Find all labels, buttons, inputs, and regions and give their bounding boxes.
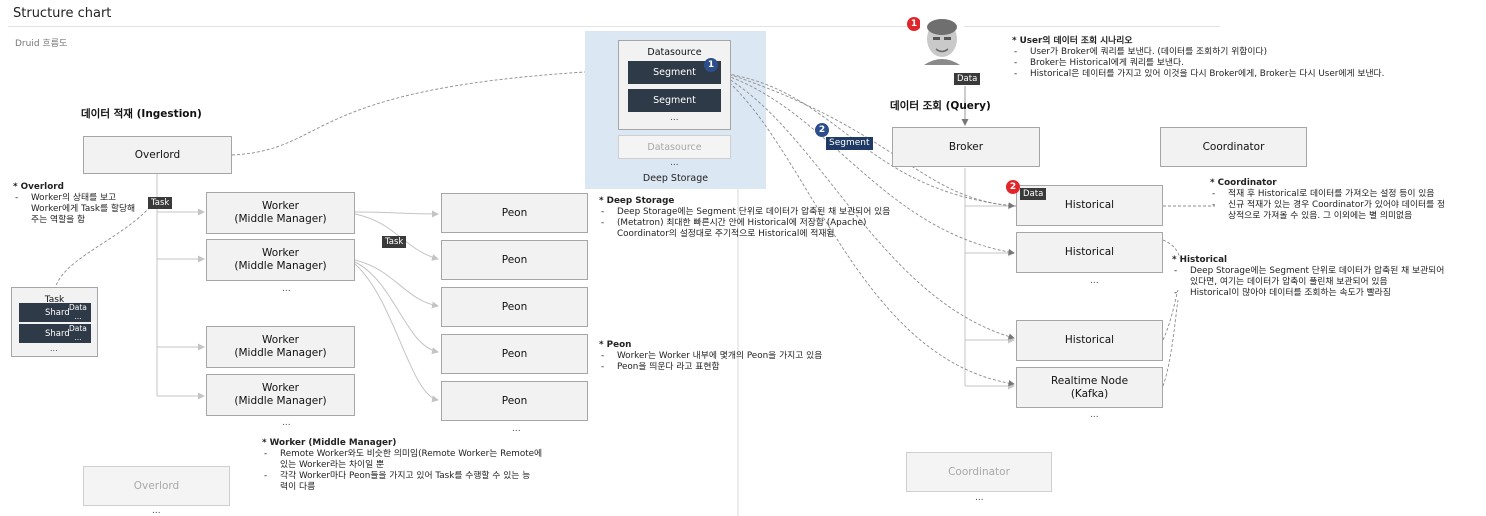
deep-storage-label: Deep Storage <box>642 173 709 184</box>
historical-box: Historical <box>1016 320 1163 361</box>
peon-box: Peon <box>441 334 588 374</box>
workers-more-bottom: ... <box>282 418 291 428</box>
user-data-tag: Data <box>954 73 981 85</box>
step-badge-user: 1 <box>907 17 921 31</box>
step-badge-segment: 2 <box>815 123 829 137</box>
datasource-faded-more: ... <box>670 158 679 168</box>
user-scenario-note: * User의 데이터 조회 시나리오 User가 Broker에 쿼리를 보낸… <box>1012 36 1452 80</box>
peons-more: ... <box>512 424 521 434</box>
task-tag-peon: Task <box>382 236 407 248</box>
realtime-more: ... <box>1090 410 1099 420</box>
segment-tag: Segment <box>826 137 873 150</box>
coordinator-box: Coordinator <box>1160 127 1307 167</box>
segments-more: ... <box>670 113 679 123</box>
historical-box: Historical <box>1016 232 1163 273</box>
coordinator-note: * Coordinator 적재 후 Historical로 데이터를 가져오는… <box>1210 178 1480 222</box>
task-card-more: ... <box>50 344 58 353</box>
peon-box: Peon <box>441 193 588 233</box>
coordinator-faded-more: ... <box>975 493 984 503</box>
worker-box: Worker (Middle Manager) <box>206 374 355 416</box>
query-heading: 데이터 조회 (Query) <box>890 100 991 112</box>
worker-box: Worker (Middle Manager) <box>206 192 355 234</box>
ingestion-heading: 데이터 적재 (Ingestion) <box>81 108 202 120</box>
workers-more: ... <box>282 284 291 294</box>
historical-data-tag: Data <box>1020 188 1047 200</box>
worker-note: * Worker (Middle Manager) Remote Worker와… <box>262 438 582 493</box>
step-badge-1: 1 <box>704 58 718 72</box>
overlord-box: Overlord <box>83 136 232 174</box>
peon-note: * Peon Worker는 Worker 내부에 몇개의 Peon을 가지고 … <box>599 340 899 373</box>
overlord-faded-more: ... <box>152 506 161 516</box>
shard-row: Shard Data... <box>19 303 91 322</box>
step-badge-historical: 2 <box>1006 180 1020 194</box>
historical-note: * Historical Deep Storage에는 Segment 단위로 … <box>1172 255 1472 299</box>
peon-box: Peon <box>441 381 588 421</box>
coordinator-faded-box: Coordinator <box>906 452 1052 492</box>
deep-storage-note: * Deep Storage Deep Storage에는 Segment 단위… <box>599 196 929 240</box>
peon-box: Peon <box>441 240 588 280</box>
shard-row: Shard Data... <box>19 324 91 343</box>
worker-box: Worker (Middle Manager) <box>206 326 355 368</box>
overlord-faded-box: Overlord <box>83 466 230 506</box>
user-avatar-icon <box>920 17 964 65</box>
overlord-note: * Overlord Worker의 상태를 보고 Worker에게 Task를… <box>13 182 153 226</box>
historicals-more: ... <box>1090 276 1099 286</box>
segment-block: Segment <box>628 89 721 112</box>
datasource-faded-box: Datasource <box>618 135 731 159</box>
broker-box: Broker <box>892 127 1040 167</box>
peon-box: Peon <box>441 287 588 327</box>
worker-box: Worker (Middle Manager) <box>206 239 355 281</box>
realtime-node-box: Realtime Node (Kafka) <box>1016 367 1163 408</box>
